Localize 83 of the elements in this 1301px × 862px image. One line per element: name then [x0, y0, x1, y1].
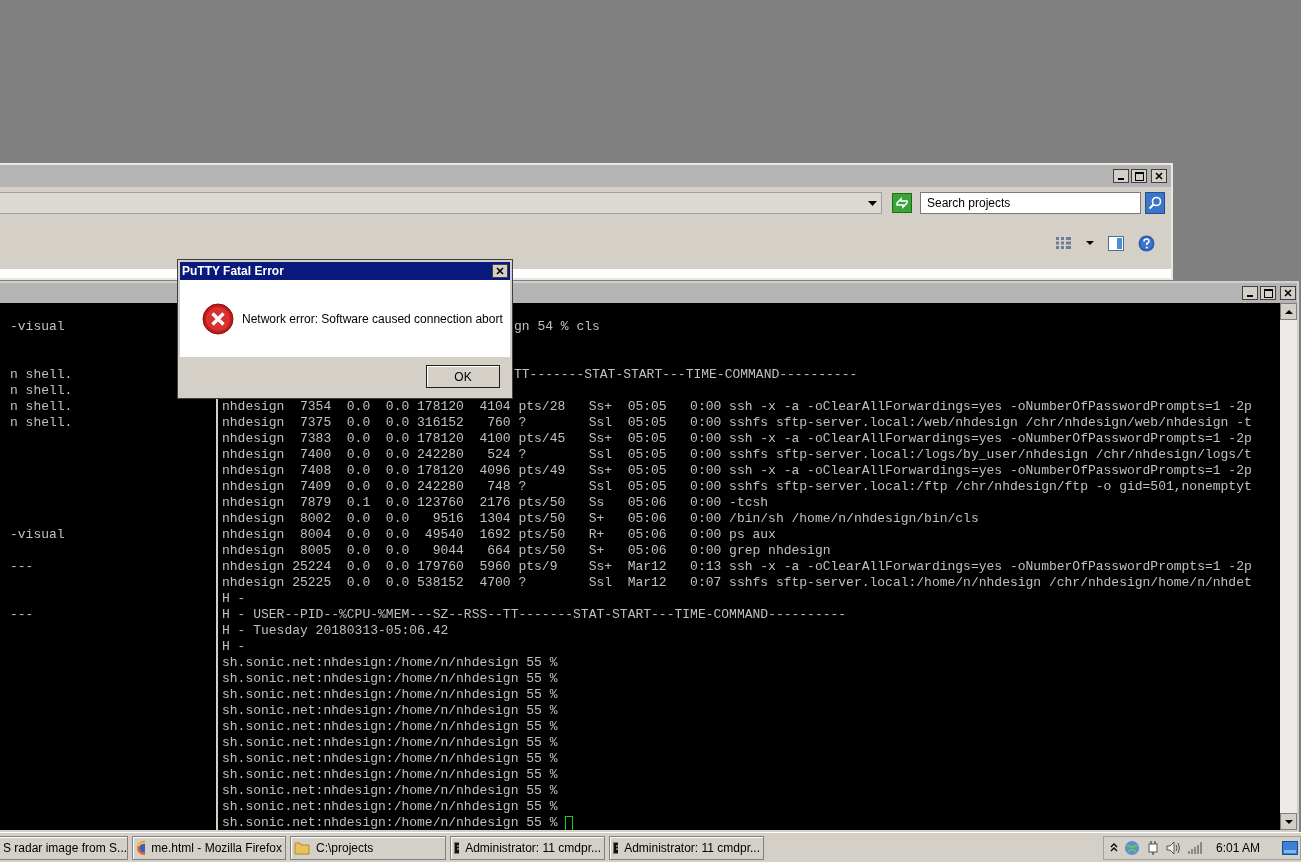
scroll-down-button[interactable] [1280, 813, 1297, 830]
terminal-line: sh.sonic.net:nhdesign:/home/n/nhdesign 55 % [222, 687, 558, 703]
search-icon [1148, 196, 1162, 210]
terminal-line: sh.sonic.net:nhdesign:/home/n/nhdesign 55 % [222, 767, 558, 783]
terminal-line: sh.sonic.net:nhdesign:/home/n/nhdesign 55 % [222, 719, 558, 735]
terminal-line: -visual [10, 527, 65, 543]
refresh-button[interactable] [892, 193, 912, 213]
terminal-line: H - Tuesday 20180313-05:06.42 [222, 623, 449, 639]
maximize-icon [1263, 288, 1273, 298]
terminal-line: sh.sonic.net:nhdesign:/home/n/nhdesign 55 % [222, 799, 558, 815]
minimize-button[interactable] [1113, 169, 1129, 183]
terminal-line: --- [10, 607, 34, 623]
folder-icon [294, 840, 310, 855]
terminal-line: n shell. [10, 415, 73, 431]
terminal-line: H - [222, 639, 246, 655]
close-icon [1155, 172, 1163, 180]
terminal-line: -visual [10, 319, 65, 335]
close-button[interactable] [492, 264, 508, 278]
terminal-line: nhdesign 25224 0.0 0.0 179760 5960 pts/9 Ss+ Mar12 0:13 ssh -x -a -oClearAllForwardings=yes -oNumberOfPasswordPrompts=1 -2p [222, 559, 1252, 575]
up-arrow-icon [1284, 309, 1293, 314]
down-arrow-icon [1284, 819, 1293, 824]
terminal-line: gn 54 % cls [514, 319, 600, 335]
terminal-line: nhdesign 7375 0.0 0.0 316152 760 ? Ssl 05:05 0:00 sshfs sftp-server.local:/web/nhdesign /chr/nhdesign/web/nhdesign -t [222, 415, 1252, 431]
terminal-line: --- [10, 559, 34, 575]
terminal-line: nhdesign 7383 0.0 0.0 178120 4100 pts/45 Ss+ 05:05 0:00 ssh -x -a -oClearAllForwardings=yes -oNumberOfPasswordPrompts=1 -2p [222, 431, 1252, 447]
help-icon[interactable] [1138, 234, 1155, 252]
terminal-line: sh.sonic.net:nhdesign:/home/n/nhdesign 55 % [222, 703, 558, 719]
preview-pane-icon[interactable] [1108, 235, 1124, 251]
terminal-line: nhdesign 7354 0.0 0.0 178120 4104 pts/28 Ss+ 05:05 0:00 ssh -x -a -oClearAllForwardings=yes -oNumberOfPasswordPrompts=1 -2p [222, 399, 1252, 415]
terminal-line: sh.sonic.net:nhdesign:/home/n/nhdesign 55 % [222, 735, 558, 751]
taskbar-button[interactable]: me.html - Mozilla Firefox [132, 835, 286, 860]
terminal-line: nhdesign 25225 0.0 0.0 538152 4700 ? Ssl Mar12 0:07 sshfs sftp-server.local:/home/n/nhdesign /chr/nhdesign/home/n/nhdet [222, 575, 1252, 591]
caret-icon[interactable] [1086, 241, 1094, 245]
maximize-icon [1134, 171, 1144, 181]
ok-button[interactable]: OK [426, 365, 500, 388]
close-button[interactable] [1151, 169, 1167, 183]
terminal-line: sh.sonic.net:nhdesign:/home/n/nhdesign 55 % [222, 655, 558, 671]
terminal-line: sh.sonic.net:nhdesign:/home/n/nhdesign 55 % [222, 751, 558, 767]
terminal-line: n shell. [10, 367, 73, 383]
show-desktop-icon[interactable] [1282, 840, 1298, 855]
scrollbar[interactable] [1280, 303, 1297, 830]
taskbar-button[interactable]: Administrator: 11 cmdpr... [609, 835, 764, 860]
terminal-line: n shell. [10, 383, 73, 399]
terminal-line: nhdesign 7409 0.0 0.0 242280 748 ? Ssl 05:05 0:00 sshfs sftp-server.local:/ftp /chr/nhdesign/ftp -o gid=501,nonemptyt [222, 479, 1252, 495]
chevron-up-icon[interactable] [1110, 843, 1118, 852]
terminal-line: TT-------STAT-START---TIME-COMMAND---------- [514, 367, 858, 383]
taskbar-button[interactable]: C:\projects [290, 835, 446, 860]
maximize-button[interactable] [1131, 169, 1147, 183]
close-button[interactable] [1280, 286, 1296, 300]
terminal-line: nhdesign 8005 0.0 0.0 9044 664 pts/50 S+ 05:06 0:00 grep nhdesign [222, 543, 831, 559]
taskbar-button[interactable]: S radar image from S... [0, 835, 128, 860]
terminal-line: nhdesign 7400 0.0 0.0 242280 524 ? Ssl 05:05 0:00 sshfs sftp-server.local:/logs/by_user/nhdesign /chr/nhdesign/logs/t [222, 447, 1252, 463]
terminal-line: sh.sonic.net:nhdesign:/home/n/nhdesign 55 % [222, 815, 558, 830]
terminal-line: nhdesign 7408 0.0 0.0 178120 4096 pts/49 Ss+ 05:05 0:00 ssh -x -a -oClearAllForwardings=yes -oNumberOfPasswordPrompts=1 -2p [222, 463, 1252, 479]
terminal-line: sh.sonic.net:nhdesign:/home/n/nhdesign 55 % [222, 783, 558, 799]
minimize-button[interactable] [1242, 286, 1258, 300]
close-icon [496, 267, 504, 275]
search-field[interactable]: Search projects [920, 192, 1141, 214]
refresh-icon [895, 197, 909, 209]
terminal-line: nhdesign 7879 0.1 0.0 123760 2176 pts/50 Ss 05:06 0:00 -tcsh [222, 495, 769, 511]
speaker-icon[interactable] [1166, 840, 1182, 855]
error-icon [202, 302, 234, 335]
console-icon [454, 841, 460, 854]
clock[interactable]: 6:01 AM [1216, 838, 1261, 857]
terminal-line: H - [222, 591, 246, 607]
terminal-line: H - USER--PID--%CPU-%MEM---SZ--RSS--TT-------STAT-START---TIME-COMMAND---------- [222, 607, 847, 623]
terminal-line: sh.sonic.net:nhdesign:/home/n/nhdesign 55 % [222, 671, 558, 687]
browser-icon [136, 839, 146, 856]
dialog-title: PuTTY Fatal Error [182, 263, 284, 280]
views-icon[interactable] [1056, 237, 1072, 249]
maximize-button[interactable] [1260, 286, 1276, 300]
search-button[interactable] [1145, 192, 1165, 214]
terminal-line: nhdesign 8002 0.0 0.0 9516 1304 pts/50 S+ 05:06 0:00 /bin/sh /home/n/nhdesign/bin/cls [222, 511, 979, 527]
close-icon [1284, 289, 1292, 297]
scroll-up-button[interactable] [1280, 303, 1297, 320]
address-field[interactable] [0, 192, 882, 214]
error-message: Network error: Software caused connection abort [242, 310, 503, 328]
terminal-line: n shell. [10, 399, 73, 415]
plug-icon[interactable] [1146, 839, 1160, 856]
terminal-line: nhdesign 8004 0.0 0.0 49540 1692 pts/50 R+ 05:06 0:00 ps aux [222, 527, 776, 543]
caret-icon[interactable] [868, 200, 877, 206]
console-icon [613, 841, 619, 854]
taskbar-button[interactable]: Administrator: 11 cmdpr... [450, 835, 605, 860]
